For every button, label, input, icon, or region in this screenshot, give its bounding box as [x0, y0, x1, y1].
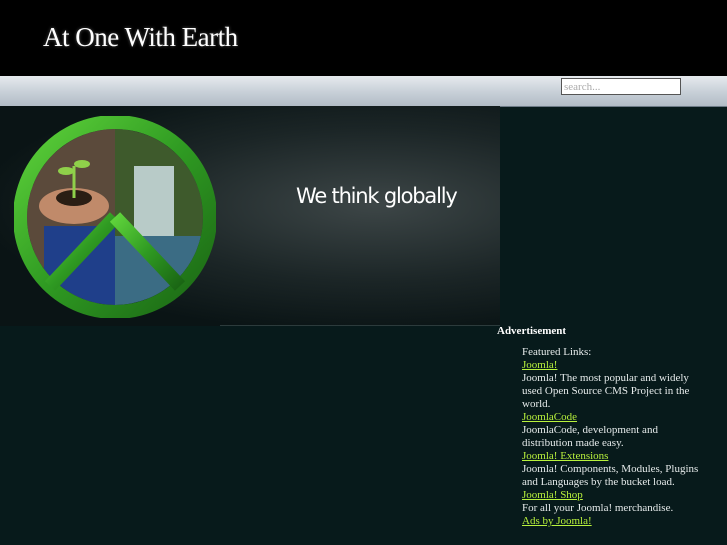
joomlacode-description: JoomlaCode, development and distribution…: [522, 424, 658, 449]
banner-divider: [220, 325, 500, 326]
advertisement-title: Advertisement: [497, 325, 567, 337]
ads-by-joomla-link[interactable]: Ads by Joomla!: [522, 515, 707, 528]
joomla-description: Joomla! The most popular and widely used…: [522, 372, 690, 410]
joomla-extensions-description: Joomla! Components, Modules, Plugins and…: [522, 463, 699, 488]
joomlacode-link[interactable]: JoomlaCode: [522, 411, 707, 424]
banner-tagline: We think globally: [296, 184, 458, 208]
peace-sign-logo: [14, 116, 216, 318]
joomla-link[interactable]: Joomla!: [522, 359, 707, 372]
joomla-extensions-link[interactable]: Joomla! Extensions: [522, 450, 707, 463]
search-input[interactable]: [561, 78, 681, 95]
joomla-shop-description: For all your Joomla! merchandise.: [522, 502, 674, 514]
featured-links-module: Featured Links: Joomla! Joomla! The most…: [522, 346, 707, 528]
featured-links-label: Featured Links:: [522, 346, 592, 358]
joomla-shop-link[interactable]: Joomla! Shop: [522, 489, 707, 502]
site-title[interactable]: At One With Earth: [43, 22, 238, 53]
